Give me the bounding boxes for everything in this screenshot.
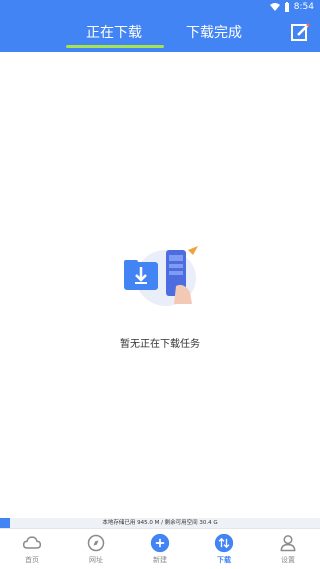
empty-state-message: 暂无正在下载任务 [120,339,200,350]
compass-icon [87,534,105,552]
nav-item-download[interactable]: 下载 [192,533,256,565]
app-header: 8:54 正在下载 下载完成 [0,0,320,52]
bottom-nav: 首页 网址 新建 下载 设置 [0,528,320,569]
nav-label-home: 首页 [25,556,39,564]
battery-icon [284,2,289,12]
nav-label-new: 新建 [153,556,167,564]
storage-usage-bar: 本地存储已用 945.0 M / 剩余可用空间 30.4 G [0,518,320,528]
download-sort-icon [214,533,234,553]
user-icon [280,535,296,552]
status-bar: 8:54 [0,0,320,14]
empty-download-illustration [124,246,198,306]
tab-downloading[interactable]: 正在下载 [64,22,164,42]
wifi-icon [269,3,280,11]
plus-icon [150,533,170,553]
nav-label-settings: 设置 [281,556,295,564]
status-right: 8:54 [269,2,314,12]
nav-item-web[interactable]: 网址 [64,533,128,565]
download-tabs: 正在下载 下载完成 [0,14,320,52]
edit-icon[interactable] [290,22,310,42]
nav-label-web: 网址 [89,556,103,564]
tab-completed[interactable]: 下载完成 [164,22,264,42]
nav-item-settings[interactable]: 设置 [256,533,320,565]
status-time: 8:54 [293,2,314,12]
nav-label-download: 下载 [217,556,231,564]
storage-usage-text: 本地存储已用 945.0 M / 剩余可用空间 30.4 G [102,520,218,526]
cloud-icon [22,536,42,549]
active-tab-indicator [66,45,164,48]
nav-item-home[interactable]: 首页 [0,533,64,565]
nav-item-new[interactable]: 新建 [128,533,192,565]
